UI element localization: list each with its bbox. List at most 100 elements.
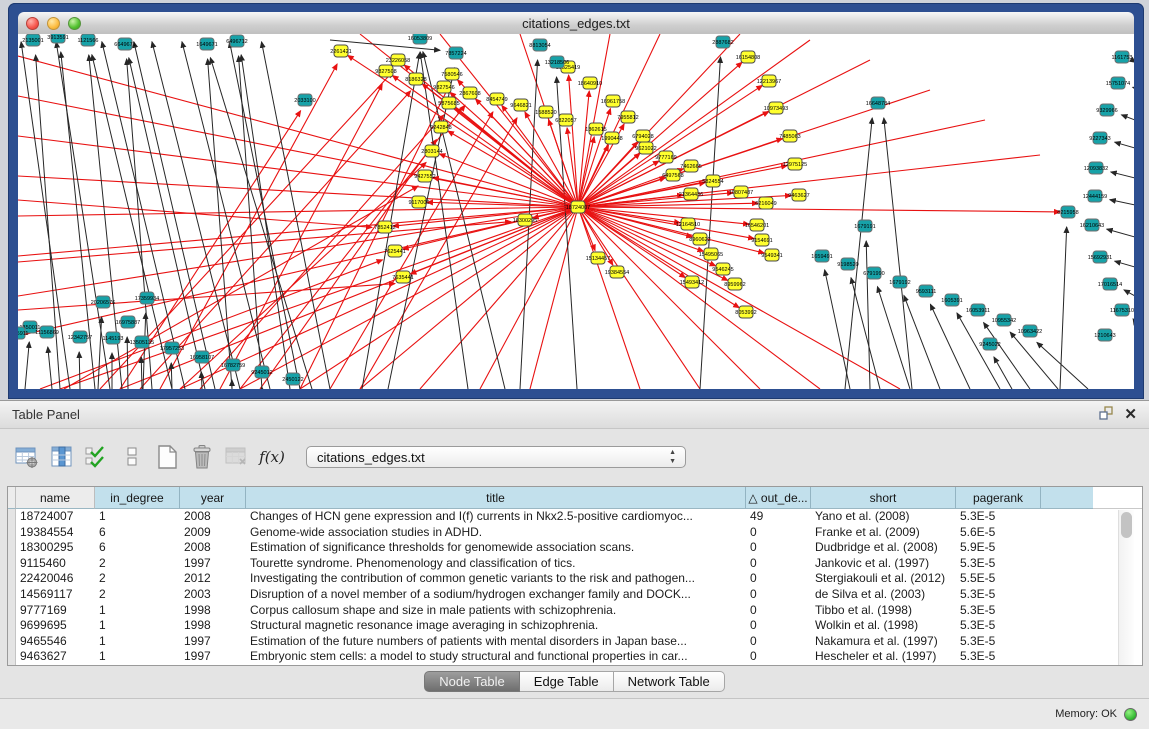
cell-pagerank[interactable]: 5.3E-5 <box>956 556 1041 572</box>
graph-node[interactable]: 2135001 <box>22 34 43 46</box>
cell-title[interactable]: Estimation of significance thresholds fo… <box>246 540 746 556</box>
graph-node[interactable]: 21364436 <box>679 188 703 200</box>
graph-node[interactable]: 1145193 <box>102 332 123 344</box>
graph-node[interactable]: 7580546 <box>441 68 462 80</box>
graph-node[interactable]: 9117006 <box>408 196 429 208</box>
column-header-year[interactable]: year <box>180 487 246 509</box>
column-header-short[interactable]: short <box>811 487 956 509</box>
graph-node[interactable]: 3913591 <box>47 34 68 43</box>
graph-node[interactable]: 7485063 <box>779 130 800 142</box>
cell-title[interactable]: Genome-wide association studies in ADHD. <box>246 525 746 541</box>
cell-title[interactable]: Investigating the contribution of common… <box>246 571 746 587</box>
function-builder-icon[interactable]: f(x) <box>259 444 285 470</box>
graph-node[interactable]: 2803144 <box>421 145 442 157</box>
cell-out_degree[interactable]: 0 <box>746 634 811 650</box>
graph-node[interactable]: 1659491 <box>811 250 832 262</box>
graph-node[interactable]: 12444159 <box>1083 190 1107 202</box>
cell-short[interactable]: Franke et al. (2009) <box>811 525 956 541</box>
graph-node[interactable]: 9463627 <box>788 189 809 201</box>
graph-node[interactable]: 1588520 <box>535 106 556 118</box>
cell-pagerank[interactable]: 5.3E-5 <box>956 634 1041 650</box>
graph-node[interactable]: 2033100 <box>294 94 315 106</box>
graph-node[interactable]: 19384554 <box>605 266 629 278</box>
cell-year[interactable]: 1998 <box>180 603 246 619</box>
graph-node[interactable]: 9549341 <box>761 249 782 261</box>
cell-pagerank[interactable]: 5.3E-5 <box>956 618 1041 634</box>
cell-title[interactable]: Embryonic stem cells: a model to study s… <box>246 649 746 665</box>
table-row[interactable]: 946554611997Estimation of the future num… <box>8 634 1142 650</box>
cell-short[interactable]: Yano et al. (2008) <box>811 509 956 525</box>
cell-pagerank[interactable]: 5.5E-5 <box>956 571 1041 587</box>
cell-in_degree[interactable]: 1 <box>95 634 180 650</box>
graph-node[interactable]: 11675310 <box>1110 304 1134 316</box>
column-header-out_degree[interactable]: △ out_de... <box>746 487 811 509</box>
cell-in_degree[interactable]: 1 <box>95 618 180 634</box>
graph-node[interactable]: 6649671 <box>114 38 135 50</box>
cell-out_degree[interactable]: 0 <box>746 556 811 572</box>
column-header-name[interactable]: name <box>16 487 95 509</box>
graph-node[interactable]: 8813054 <box>529 39 550 51</box>
graph-node[interactable]: 15495065 <box>699 248 723 260</box>
graph-node[interactable]: 15692931 <box>1088 251 1112 263</box>
graph-node[interactable]: 9227343 <box>1089 132 1110 144</box>
graph-node[interactable]: 7625441 <box>384 245 405 257</box>
graph-node[interactable]: 7857224 <box>445 47 466 59</box>
cell-short[interactable]: Tibbo et al. (1998) <box>811 603 956 619</box>
cell-title[interactable]: Structural magnetic resonance image aver… <box>246 618 746 634</box>
cell-in_degree[interactable]: 6 <box>95 525 180 541</box>
cell-out_degree[interactable]: 0 <box>746 587 811 603</box>
cell-year[interactable]: 1997 <box>180 634 246 650</box>
graph-node[interactable]: 2867608 <box>459 87 480 99</box>
cell-short[interactable]: Stergiakouli et al. (2012) <box>811 571 956 587</box>
tab-node-table[interactable]: Node Table <box>424 671 520 692</box>
network-canvas[interactable]: 1872400722614212322605898275088186328758… <box>18 34 1134 389</box>
close-panel-icon[interactable]: ✕ <box>1124 407 1137 423</box>
cell-year[interactable]: 2008 <box>180 509 246 525</box>
graph-node[interactable]: 1362615 <box>585 123 606 135</box>
graph-node[interactable]: 7955812 <box>617 111 638 123</box>
graph-node[interactable]: 16975887 <box>116 316 140 328</box>
graph-node[interactable]: 6794028 <box>632 130 653 142</box>
graph-node[interactable]: 12093832 <box>1084 162 1108 174</box>
cell-in_degree[interactable]: 2 <box>95 571 180 587</box>
table-select-dropdown[interactable]: citations_edges.txt ▲▼ <box>306 446 686 468</box>
table-row[interactable]: 946362711997Embryonic stem cells: a mode… <box>8 649 1142 665</box>
graph-node[interactable]: 12213967 <box>757 75 781 87</box>
graph-node[interactable]: 2887682 <box>712 36 733 48</box>
cell-pagerank[interactable]: 5.3E-5 <box>956 649 1041 665</box>
cell-name[interactable]: 14569117 <box>16 587 95 603</box>
table-row[interactable]: 977716911998Corpus callosum shape and si… <box>8 603 1142 619</box>
graph-node[interactable]: 10955342 <box>992 314 1016 326</box>
scrollbar-thumb[interactable] <box>1121 512 1132 538</box>
graph-node[interactable]: 1605391 <box>941 294 962 306</box>
table-row[interactable]: 1938455462009Genome-wide association stu… <box>8 525 1142 541</box>
vertical-scrollbar[interactable] <box>1118 510 1134 665</box>
cell-name[interactable]: 9463627 <box>16 649 95 665</box>
cell-name[interactable]: 18300295 <box>16 540 95 556</box>
cell-short[interactable]: Nakamura et al. (1997) <box>811 634 956 650</box>
cell-year[interactable]: 2012 <box>180 571 246 587</box>
graph-node[interactable]: 16210643 <box>1080 219 1104 231</box>
cell-title[interactable]: Tourette syndrome. Phenomenology and cla… <box>246 556 746 572</box>
cell-in_degree[interactable]: 2 <box>95 587 180 603</box>
select-rows-icon[interactable] <box>84 444 110 470</box>
cell-year[interactable]: 2003 <box>180 587 246 603</box>
cell-year[interactable]: 1998 <box>180 618 246 634</box>
cell-pagerank[interactable]: 5.9E-5 <box>956 540 1041 556</box>
cell-title[interactable]: Estimation of the future numbers of pati… <box>246 634 746 650</box>
cell-title[interactable]: Corpus callosum shape and size in male p… <box>246 603 746 619</box>
graph-node[interactable]: 6822057 <box>555 114 576 126</box>
graph-node[interactable]: 20206576 <box>91 296 115 308</box>
graph-node[interactable]: 1121566 <box>77 34 98 46</box>
graph-node[interactable]: 12975125 <box>783 158 807 170</box>
graph-node[interactable]: 17016514 <box>1098 278 1122 290</box>
tab-edge-table[interactable]: Edge Table <box>520 671 614 692</box>
network-view-frame[interactable]: citations_edges.txt 18724007226142123226… <box>8 3 1144 399</box>
cell-year[interactable]: 1997 <box>180 556 246 572</box>
column-header-in_degree[interactable]: in_degree <box>95 487 180 509</box>
cell-pagerank[interactable]: 5.3E-5 <box>956 509 1041 525</box>
new-file-icon[interactable] <box>154 444 180 470</box>
cell-name[interactable]: 9465546 <box>16 634 95 650</box>
cell-name[interactable]: 19384554 <box>16 525 95 541</box>
cell-out_degree[interactable]: 0 <box>746 618 811 634</box>
